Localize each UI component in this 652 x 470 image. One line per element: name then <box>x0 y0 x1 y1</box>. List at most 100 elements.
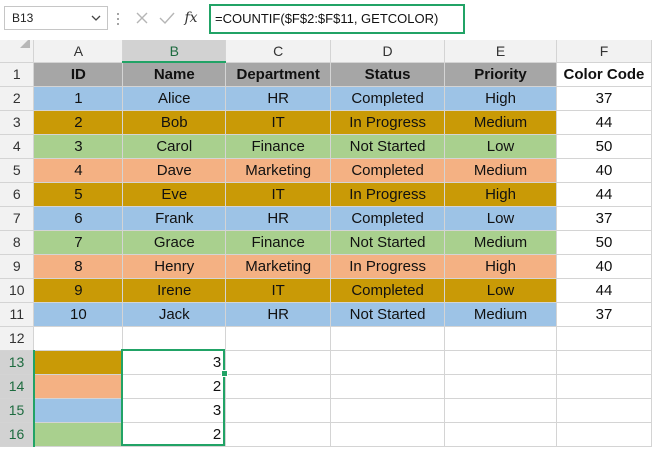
color-swatch-cell[interactable] <box>33 398 124 423</box>
empty-cell[interactable] <box>444 326 557 351</box>
color-code-cell[interactable]: 37 <box>556 206 652 231</box>
row-header-15[interactable]: 15 <box>0 398 35 423</box>
priority-cell[interactable]: Low <box>444 206 557 231</box>
department-cell[interactable]: Finance <box>225 134 332 159</box>
priority-cell[interactable]: Low <box>444 134 557 159</box>
row-header-6[interactable]: 6 <box>0 182 35 207</box>
empty-cell[interactable] <box>330 350 446 375</box>
color-code-cell[interactable]: 37 <box>556 86 652 111</box>
drag-handle-icon[interactable] <box>117 10 120 28</box>
column-header-e[interactable]: E <box>444 40 557 63</box>
color-code-cell[interactable]: 37 <box>556 302 652 327</box>
name-cell[interactable]: Jack <box>122 302 227 327</box>
column-header-b[interactable]: B <box>122 40 227 63</box>
status-cell[interactable]: Completed <box>330 86 446 111</box>
column-header-d[interactable]: D <box>330 40 446 63</box>
status-cell[interactable]: In Progress <box>330 254 446 279</box>
empty-cell[interactable] <box>556 422 652 447</box>
id-cell[interactable]: 6 <box>33 206 124 231</box>
row-header-2[interactable]: 2 <box>0 86 35 111</box>
empty-cell[interactable] <box>556 398 652 423</box>
empty-cell[interactable] <box>556 326 652 351</box>
row-header-11[interactable]: 11 <box>0 302 35 327</box>
row-header-12[interactable]: 12 <box>0 326 35 351</box>
color-swatch-cell[interactable] <box>33 374 124 399</box>
priority-cell[interactable]: High <box>444 86 557 111</box>
department-cell[interactable]: Finance <box>225 230 332 255</box>
color-code-cell[interactable]: 40 <box>556 254 652 279</box>
enter-check-icon[interactable] <box>158 9 176 27</box>
empty-cell[interactable] <box>33 326 124 351</box>
row-header-1[interactable]: 1 <box>0 62 35 87</box>
row-header-4[interactable]: 4 <box>0 134 35 159</box>
count-cell[interactable]: 2 <box>122 374 227 399</box>
department-cell[interactable]: IT <box>225 278 332 303</box>
empty-cell[interactable] <box>330 326 446 351</box>
cancel-icon[interactable] <box>133 9 151 27</box>
empty-cell[interactable] <box>122 326 227 351</box>
status-cell[interactable]: Completed <box>330 206 446 231</box>
header-cell[interactable]: Status <box>330 62 446 87</box>
status-cell[interactable]: Not Started <box>330 302 446 327</box>
name-cell[interactable]: Frank <box>122 206 227 231</box>
department-cell[interactable]: IT <box>225 110 332 135</box>
count-cell[interactable]: 3 <box>122 350 227 375</box>
column-header-a[interactable]: A <box>33 40 124 63</box>
empty-cell[interactable] <box>444 350 557 375</box>
row-header-3[interactable]: 3 <box>0 110 35 135</box>
empty-cell[interactable] <box>225 326 332 351</box>
select-all-corner[interactable] <box>0 40 35 63</box>
status-cell[interactable]: Completed <box>330 158 446 183</box>
id-cell[interactable]: 7 <box>33 230 124 255</box>
id-cell[interactable]: 10 <box>33 302 124 327</box>
name-cell[interactable]: Bob <box>122 110 227 135</box>
empty-cell[interactable] <box>444 422 557 447</box>
empty-cell[interactable] <box>444 374 557 399</box>
color-code-cell[interactable]: 44 <box>556 110 652 135</box>
empty-cell[interactable] <box>330 374 446 399</box>
color-swatch-cell[interactable] <box>33 350 124 375</box>
column-header-c[interactable]: C <box>225 40 332 63</box>
department-cell[interactable]: Marketing <box>225 158 332 183</box>
name-cell[interactable]: Eve <box>122 182 227 207</box>
id-cell[interactable]: 3 <box>33 134 124 159</box>
empty-cell[interactable] <box>225 422 332 447</box>
row-header-9[interactable]: 9 <box>0 254 35 279</box>
empty-cell[interactable] <box>225 350 332 375</box>
header-cell[interactable]: Name <box>122 62 227 87</box>
name-cell[interactable]: Irene <box>122 278 227 303</box>
id-cell[interactable]: 4 <box>33 158 124 183</box>
id-cell[interactable]: 9 <box>33 278 124 303</box>
header-cell[interactable]: Priority <box>444 62 557 87</box>
color-code-cell[interactable]: 50 <box>556 134 652 159</box>
row-header-16[interactable]: 16 <box>0 422 35 447</box>
color-swatch-cell[interactable] <box>33 422 124 447</box>
header-cell[interactable]: ID <box>33 62 124 87</box>
department-cell[interactable]: Marketing <box>225 254 332 279</box>
id-cell[interactable]: 5 <box>33 182 124 207</box>
status-cell[interactable]: Not Started <box>330 230 446 255</box>
row-header-5[interactable]: 5 <box>0 158 35 183</box>
row-header-14[interactable]: 14 <box>0 374 35 399</box>
priority-cell[interactable]: Medium <box>444 230 557 255</box>
color-code-cell[interactable]: 44 <box>556 278 652 303</box>
empty-cell[interactable] <box>330 398 446 423</box>
priority-cell[interactable]: Medium <box>444 302 557 327</box>
empty-cell[interactable] <box>330 422 446 447</box>
priority-cell[interactable]: Low <box>444 278 557 303</box>
department-cell[interactable]: HR <box>225 86 332 111</box>
empty-cell[interactable] <box>225 398 332 423</box>
id-cell[interactable]: 1 <box>33 86 124 111</box>
header-cell[interactable]: Color Code <box>556 62 652 87</box>
name-cell[interactable]: Alice <box>122 86 227 111</box>
color-code-cell[interactable]: 44 <box>556 182 652 207</box>
department-cell[interactable]: HR <box>225 302 332 327</box>
status-cell[interactable]: In Progress <box>330 182 446 207</box>
empty-cell[interactable] <box>556 374 652 399</box>
department-cell[interactable]: HR <box>225 206 332 231</box>
department-cell[interactable]: IT <box>225 182 332 207</box>
column-header-f[interactable]: F <box>556 40 652 63</box>
insert-function-icon[interactable]: fx <box>182 9 200 27</box>
empty-cell[interactable] <box>444 398 557 423</box>
id-cell[interactable]: 2 <box>33 110 124 135</box>
